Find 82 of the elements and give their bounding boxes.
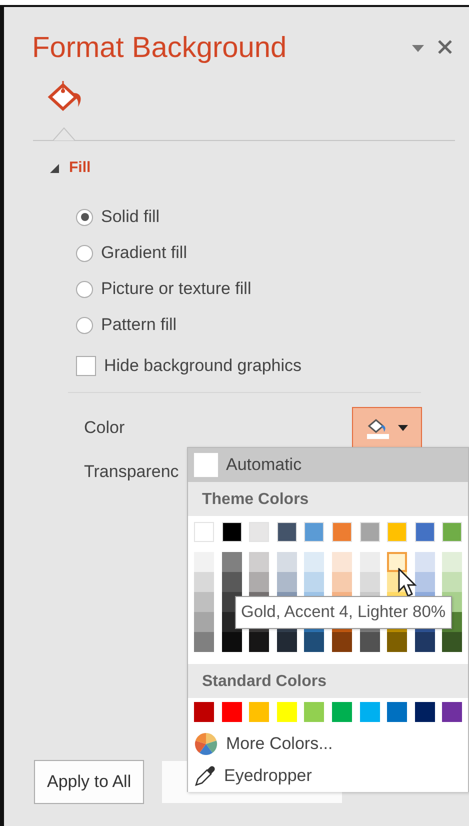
color-swatch[interactable] — [276, 572, 297, 592]
color-swatch[interactable] — [332, 572, 352, 592]
panel-title: Format Background — [31, 31, 287, 65]
expand-triangle-icon[interactable] — [50, 164, 59, 173]
color-swatch[interactable] — [414, 632, 435, 652]
caret-icon — [398, 424, 408, 430]
color-swatch[interactable] — [442, 702, 462, 722]
color-swatch[interactable] — [249, 572, 270, 592]
color-swatch[interactable] — [414, 522, 435, 542]
color-swatch[interactable] — [360, 522, 380, 542]
color-swatch[interactable] — [222, 702, 242, 722]
color-swatch[interactable] — [276, 632, 297, 652]
color-swatch[interactable] — [442, 522, 462, 542]
color-swatch[interactable] — [332, 522, 352, 542]
color-swatch[interactable] — [304, 552, 324, 572]
color-swatch[interactable] — [414, 552, 435, 572]
color-swatch[interactable] — [387, 522, 408, 542]
fill-color-button[interactable] — [352, 406, 422, 448]
close-icon[interactable] — [437, 39, 453, 55]
color-swatch[interactable] — [304, 702, 324, 722]
radio-button[interactable] — [76, 316, 93, 334]
color-swatch[interactable] — [194, 592, 214, 612]
eyedropper-option[interactable]: Eyedropper — [188, 760, 468, 792]
color-swatch[interactable] — [387, 702, 408, 722]
radio-label[interactable]: Picture or texture fill — [101, 276, 252, 302]
color-swatch[interactable] — [222, 572, 242, 592]
color-swatch[interactable] — [276, 522, 297, 542]
color-swatch[interactable] — [360, 632, 380, 652]
color-swatch[interactable] — [222, 632, 242, 652]
apply-to-all-button[interactable]: Apply to All — [34, 760, 144, 804]
radio-button[interactable] — [76, 208, 93, 226]
color-swatch[interactable] — [194, 702, 214, 722]
section-title: Fill — [69, 158, 91, 178]
color-wheel-icon — [194, 732, 218, 756]
radio-label[interactable]: Pattern fill — [101, 312, 177, 338]
color-swatch[interactable] — [360, 552, 380, 572]
radio-label[interactable]: Solid fill — [101, 204, 160, 230]
color-swatch[interactable] — [249, 552, 270, 572]
color-swatch[interactable] — [222, 552, 242, 572]
color-swatch[interactable] — [414, 572, 435, 592]
color-swatch[interactable] — [332, 552, 352, 572]
color-swatch[interactable] — [249, 702, 270, 722]
color-swatch[interactable] — [414, 702, 435, 722]
radio-button[interactable] — [76, 244, 93, 262]
mouse-cursor-icon — [398, 568, 418, 598]
eyedropper-icon — [194, 765, 216, 787]
paint-bucket-icon — [366, 416, 390, 438]
radio-button[interactable] — [76, 280, 93, 298]
color-swatch[interactable] — [304, 572, 324, 592]
theme-colors-header: Theme Colors — [188, 482, 468, 516]
color-swatch[interactable] — [194, 552, 214, 572]
color-swatch[interactable] — [194, 632, 214, 652]
color-swatch[interactable] — [304, 522, 324, 542]
color-swatch[interactable] — [194, 572, 214, 592]
color-swatch[interactable] — [332, 632, 352, 652]
color-swatch[interactable] — [360, 572, 380, 592]
standard-colors-header: Standard Colors — [188, 664, 468, 698]
color-swatch[interactable] — [332, 702, 352, 722]
radio-label[interactable]: Gradient fill — [101, 240, 187, 266]
color-swatch[interactable] — [249, 522, 270, 542]
color-swatch[interactable] — [194, 612, 214, 632]
color-swatch[interactable] — [442, 632, 462, 652]
automatic-option[interactable]: Automatic — [188, 448, 468, 482]
color-swatch[interactable] — [276, 552, 297, 572]
color-swatch[interactable] — [222, 522, 242, 542]
checkbox[interactable] — [76, 356, 96, 376]
more-colors-option[interactable]: More Colors... — [188, 728, 468, 760]
color-swatch[interactable] — [249, 632, 270, 652]
color-label: Color — [84, 416, 125, 439]
color-swatch[interactable] — [442, 572, 462, 592]
color-swatch[interactable] — [276, 702, 297, 722]
color-swatch[interactable] — [194, 522, 214, 542]
checkbox-label[interactable]: Hide background graphics — [104, 353, 302, 379]
color-swatch[interactable] — [387, 632, 408, 652]
color-swatch[interactable] — [304, 632, 324, 652]
color-swatch[interactable] — [360, 702, 380, 722]
transparency-label: Transparenc — [84, 460, 179, 482]
tooltip: Gold, Accent 4, Lighter 80% — [235, 596, 452, 629]
dropdown-arrow-icon[interactable] — [412, 45, 424, 52]
color-swatch — [194, 453, 218, 477]
color-swatch[interactable] — [442, 552, 462, 572]
color-swatch[interactable] — [387, 552, 408, 572]
